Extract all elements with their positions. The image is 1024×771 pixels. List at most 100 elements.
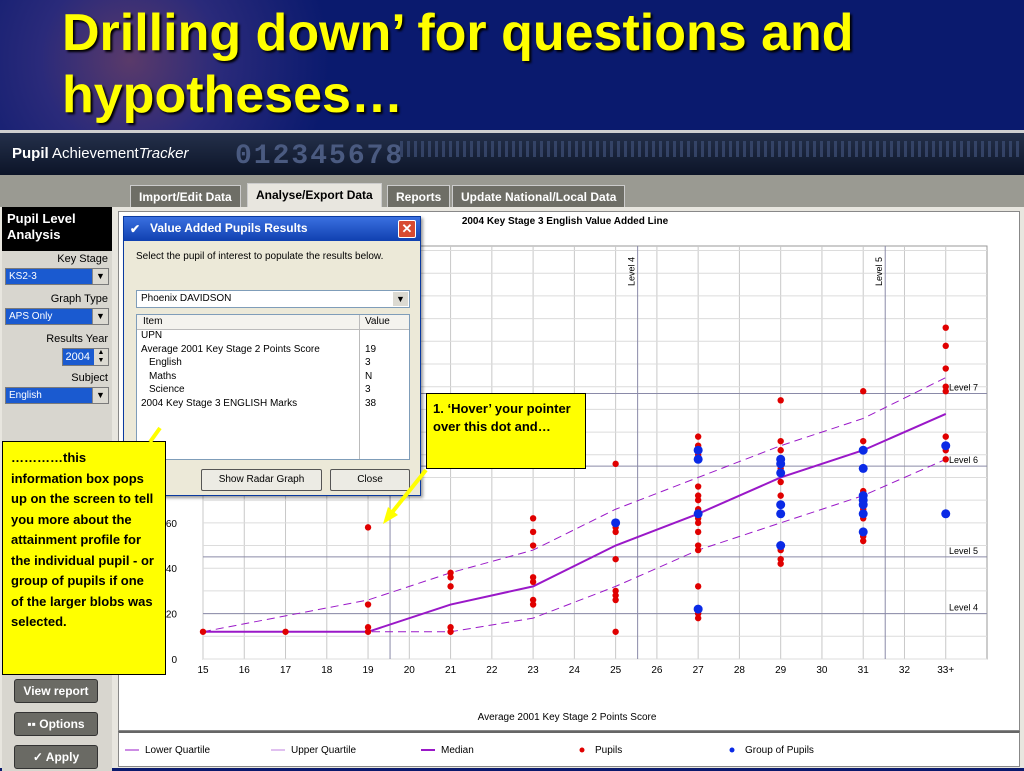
results-year-stepper[interactable]: 2004 ▲ ▼ xyxy=(62,348,109,366)
cell-item: English xyxy=(149,357,182,368)
tab-import-edit-data[interactable]: Import/Edit Data xyxy=(130,185,241,207)
pupil-point xyxy=(777,478,784,486)
banner-digits: 012345678 xyxy=(235,141,405,172)
key-stage-value: KS2-3 xyxy=(9,271,37,282)
group-point xyxy=(693,604,703,614)
chevron-down-icon[interactable]: ▼ xyxy=(92,309,108,324)
x-tick-label: 32 xyxy=(899,665,911,676)
pupil-point xyxy=(777,560,784,567)
pupil-point xyxy=(860,437,867,445)
level-label: Level 6 xyxy=(949,455,978,465)
results-year-value: 2004 xyxy=(65,351,90,363)
pupil-point xyxy=(447,583,454,590)
graph-type-value: APS Only xyxy=(9,311,53,322)
x-tick-label: 33+ xyxy=(937,665,954,676)
legend-lower-quartile: Lower Quartile xyxy=(125,745,210,756)
table-row[interactable]: Maths N xyxy=(137,371,409,385)
pupil-point xyxy=(612,628,619,635)
column-header-item[interactable]: Item xyxy=(143,316,162,327)
level-label: Level 5 xyxy=(874,257,884,286)
pupil-point xyxy=(694,614,702,622)
graph-type-select[interactable]: APS Only ▼ xyxy=(5,308,109,325)
grid-icon: ▪▪ xyxy=(27,717,40,731)
hover-callout: 1. ‘Hover’ your pointer over this dot an… xyxy=(426,393,586,469)
group-point xyxy=(858,500,868,510)
chevron-down-icon[interactable]: ▼ xyxy=(393,292,408,306)
x-tick-label: 21 xyxy=(445,665,457,676)
group-point xyxy=(858,463,868,473)
tab-update-national-local-data[interactable]: Update National/Local Data xyxy=(452,185,626,207)
pupil-point xyxy=(199,628,207,635)
x-tick-label: 29 xyxy=(775,665,787,676)
pupil-point xyxy=(282,628,289,635)
pupil-select[interactable]: Phoenix DAVIDSON ▼ xyxy=(136,290,410,308)
pupil-point xyxy=(447,628,454,635)
apply-button[interactable]: ✓ Apply xyxy=(14,745,98,769)
tab-analyse-export-data[interactable]: Analyse/Export Data xyxy=(247,183,382,207)
tab-reports[interactable]: Reports xyxy=(387,185,451,207)
table-row[interactable]: 2004 Key Stage 3 ENGLISH Marks 38 xyxy=(137,398,409,412)
legend-group-of-pupils: Group of Pupils xyxy=(725,745,814,756)
group-point xyxy=(693,445,703,455)
pupil-point xyxy=(777,397,784,404)
table-row[interactable]: UPN xyxy=(137,330,409,344)
level-label: Level 7 xyxy=(949,383,978,393)
x-tick-label: 27 xyxy=(693,665,705,676)
dialog-prompt: Select the pupil of interest to populate… xyxy=(136,251,384,262)
legend-label: Lower Quartile xyxy=(145,745,211,756)
show-radar-graph-button[interactable]: Show Radar Graph xyxy=(201,469,322,491)
dialog-titlebar[interactable]: ✔ Value Added Pupils Results ✕ xyxy=(124,217,420,241)
group-point xyxy=(776,509,786,519)
group-point xyxy=(693,454,703,464)
x-axis-label: Average 2001 Key Stage 2 Points Score xyxy=(478,712,657,723)
pupil-point xyxy=(942,324,949,331)
pupil-point xyxy=(942,365,949,372)
pupil-point xyxy=(364,601,372,608)
pupil-point xyxy=(529,601,537,608)
pupil-point xyxy=(612,528,619,536)
subject-value: English xyxy=(9,390,42,401)
x-tick-label: 23 xyxy=(528,665,540,676)
pupil-point xyxy=(694,528,702,536)
column-header-value[interactable]: Value xyxy=(365,316,390,327)
graph-type-label: Graph Type xyxy=(50,293,108,305)
app-banner: Pupil AchievementTracker 012345678 xyxy=(0,133,1024,175)
subject-select[interactable]: English ▼ xyxy=(5,387,109,404)
checkmark-app-icon: ✔ xyxy=(130,222,141,236)
logo-italic: Tracker xyxy=(138,145,189,162)
pupil-point xyxy=(364,628,372,635)
chevron-down-icon[interactable]: ▼ xyxy=(92,269,108,284)
value-added-pupils-dialog[interactable]: ✔ Value Added Pupils Results ✕ Select th… xyxy=(123,216,421,496)
view-report-button[interactable]: View report xyxy=(14,679,98,703)
pupil-point xyxy=(942,342,949,350)
table-row[interactable]: English 3 xyxy=(137,357,409,371)
pupil-select-value: Phoenix DAVIDSON xyxy=(141,293,232,304)
pupil-point xyxy=(447,574,454,581)
legend-label: Pupils xyxy=(595,745,623,756)
options-button[interactable]: ▪▪ Options xyxy=(14,712,98,736)
key-stage-select[interactable]: KS2-3 ▼ xyxy=(5,268,109,285)
close-icon[interactable]: ✕ xyxy=(398,220,416,238)
pupil-point xyxy=(529,542,537,549)
dialog-title: Value Added Pupils Results xyxy=(150,221,308,235)
pupil-point xyxy=(860,388,867,395)
table-row[interactable]: Science 3 xyxy=(137,384,409,398)
cell-item: UPN xyxy=(141,330,163,341)
apply-label: Apply xyxy=(45,750,80,764)
check-icon: ✓ xyxy=(32,750,46,764)
close-button[interactable]: Close xyxy=(330,469,410,491)
pupil-point xyxy=(694,519,702,527)
spinner-arrows-icon[interactable]: ▲ ▼ xyxy=(94,349,108,365)
pupil-point xyxy=(694,496,702,504)
logo-regular: Achievement xyxy=(48,145,139,162)
tab-bar: Import/Edit Data Analyse/Export Data Rep… xyxy=(0,175,1024,207)
pupil-point xyxy=(364,524,372,531)
chart-legend: Lower Quartile Upper Quartile Median Pup… xyxy=(118,731,1020,767)
pupil-point xyxy=(942,456,949,463)
table-row[interactable]: Average 2001 Key Stage 2 Points Score 19 xyxy=(137,344,409,358)
results-year-label: Results Year xyxy=(46,333,108,345)
x-tick-label: 28 xyxy=(734,665,746,676)
chevron-down-icon[interactable]: ▼ xyxy=(92,388,108,403)
x-tick-label: 25 xyxy=(610,665,622,676)
y-tick-label: 60 xyxy=(166,519,178,530)
